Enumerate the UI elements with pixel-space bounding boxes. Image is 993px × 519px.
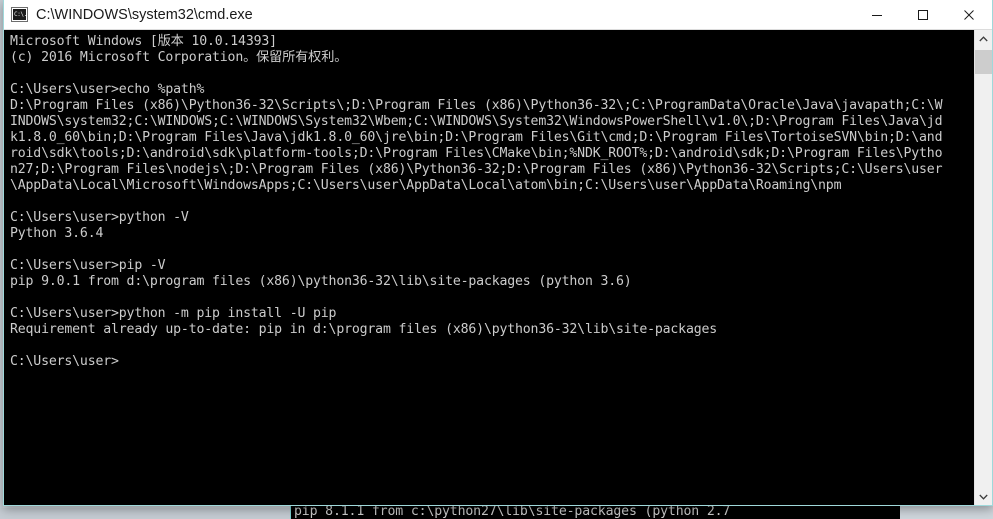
terminal-line: C:\Users\user>python -m pip install -U p… [10, 306, 337, 321]
terminal-line: C:\Users\user>python -V [10, 210, 189, 225]
terminal-line: roid\sdk\tools;D:\android\sdk\platform-t… [10, 146, 943, 161]
maximize-button[interactable] [900, 0, 946, 29]
terminal-line: pip 9.0.1 from d:\program files (x86)\py… [10, 274, 632, 289]
scrollbar-down-button[interactable] [975, 488, 992, 505]
chevron-down-icon [979, 494, 988, 500]
cmd-icon: C:\. [11, 7, 28, 22]
terminal-line: \AppData\Local\Microsoft\WindowsApps;C:\… [10, 178, 842, 193]
terminal-line: C:\Users\user> [10, 354, 119, 369]
terminal-line: Python 3.6.4 [10, 226, 104, 241]
desktop-bottom-strip [0, 508, 290, 519]
terminal-line: Requirement already up-to-date: pip in d… [10, 322, 718, 337]
vertical-scrollbar[interactable] [974, 30, 992, 505]
scrollbar-track[interactable] [975, 47, 992, 488]
background-console-window[interactable]: pip 8.1.1 from c:\python27\lib\site-pack… [290, 504, 900, 519]
desktop: pip 8.1.1 from c:\python27\lib\site-pack… [0, 0, 993, 519]
terminal-line: D:\Program Files (x86)\Python36-32\Scrip… [10, 98, 943, 113]
scrollbar-up-button[interactable] [975, 30, 992, 47]
minimize-icon [872, 14, 882, 16]
window-titlebar[interactable]: C:\. C:\WINDOWS\system32\cmd.exe [4, 0, 992, 30]
terminal-line: C:\Users\user>echo %path% [10, 82, 205, 97]
cmd-icon-glyph: C:\. [13, 9, 26, 20]
cmd-window[interactable]: C:\. C:\WINDOWS\system32\cmd.exe Microso… [3, 0, 993, 506]
terminal-line: k1.8.0_60\bin;D:\Program Files\Java\jdk1… [10, 130, 943, 145]
terminal-line: n27;D:\Program Files\nodejs\;D:\Program … [10, 162, 943, 177]
close-icon [964, 9, 974, 20]
window-title: C:\WINDOWS\system32\cmd.exe [36, 6, 253, 23]
chevron-up-icon [979, 35, 988, 41]
terminal-line: Microsoft Windows [版本 10.0.14393] [10, 34, 277, 49]
terminal-area[interactable]: Microsoft Windows [版本 10.0.14393] (c) 201… [4, 30, 992, 505]
terminal-line: INDOWS\system32;C:\WINDOWS;C:\WINDOWS\Sy… [10, 114, 943, 129]
scrollbar-thumb[interactable] [975, 50, 992, 74]
background-console-line: pip 8.1.1 from c:\python27\lib\site-pack… [294, 504, 731, 519]
maximize-icon [918, 9, 928, 20]
terminal-output[interactable]: Microsoft Windows [版本 10.0.14393] (c) 201… [4, 30, 974, 505]
minimize-button[interactable] [854, 0, 900, 29]
terminal-line: (c) 2016 Microsoft Corporation。保留所有权利。 [10, 50, 348, 65]
terminal-line: C:\Users\user>pip -V [10, 258, 166, 273]
close-button[interactable] [946, 0, 992, 29]
